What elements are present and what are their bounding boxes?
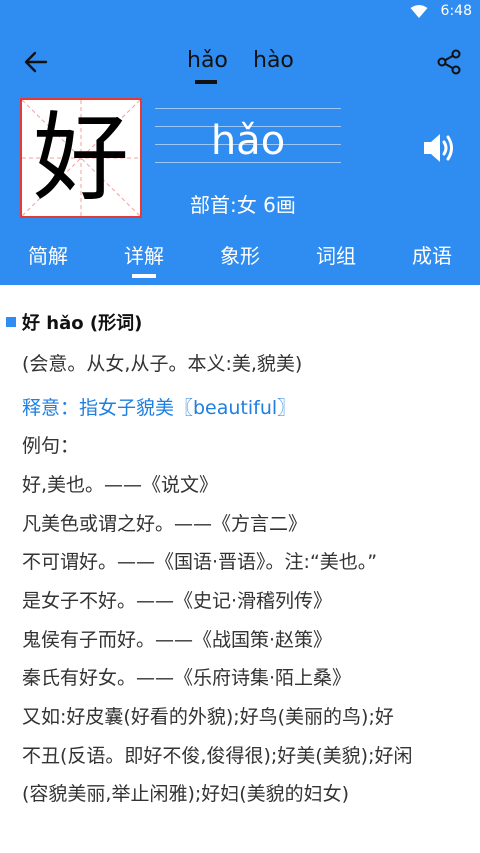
- usage-line: (容貌美丽,举止闲雅);好妇(美貌的妇女): [22, 783, 350, 805]
- example-line: 是女子不好。——《史记·滑稽列传》: [22, 590, 333, 612]
- tab-idioms[interactable]: 成语: [412, 240, 452, 269]
- character-stroke-box[interactable]: 好: [20, 98, 142, 218]
- example-line: 秦氏有好女。——《乐府诗集·陌上桑》: [22, 667, 352, 689]
- example-line: 鬼侯有子而好。——《战国策·赵策》: [22, 629, 333, 651]
- examples-label: 例句：: [22, 435, 80, 457]
- character-glyph-text: 好: [33, 102, 129, 214]
- speaker-icon[interactable]: [422, 131, 458, 165]
- pinyin-tab-indicator: [195, 80, 217, 84]
- wifi-icon: [410, 5, 428, 18]
- pinyin-tab-hao3[interactable]: hǎo: [187, 48, 228, 73]
- heading-bullet-icon: [6, 317, 16, 327]
- tab-phrases[interactable]: 词组: [316, 240, 356, 269]
- example-line: 凡美色或谓之好。——《方言二》: [22, 513, 308, 535]
- big-pinyin: hǎo: [210, 118, 286, 164]
- tab-pictograph[interactable]: 象形: [220, 240, 260, 269]
- status-bar: 6:48: [0, 0, 480, 24]
- status-time: 6:48: [440, 3, 472, 19]
- tab-detailed[interactable]: 详解: [124, 240, 164, 269]
- usage-line: 不丑(反语。即好不俊,俊得很);好美(美貌);好闲: [22, 745, 413, 767]
- header: 6:48 hǎo hào 好 hǎo 部首:女 6画 简解 详解 象形 词组 成…: [0, 0, 480, 285]
- character-glyph: 好: [22, 100, 140, 216]
- example-line: 好,美也。——《说文》: [22, 474, 219, 496]
- entry-heading-text: 好 hǎo (形词): [22, 313, 143, 334]
- share-icon[interactable]: [436, 48, 462, 76]
- etymology-line: (会意。从女,从子。本义:美,貌美): [22, 353, 303, 375]
- tab-brief[interactable]: 简解: [28, 240, 68, 269]
- radical-stroke-info: 部首:女 6画: [190, 193, 296, 217]
- back-arrow-icon[interactable]: [22, 48, 50, 76]
- detail-tabs: 简解 详解 象形 词组 成语: [0, 232, 480, 282]
- toolbar: hǎo hào: [0, 24, 480, 96]
- tab-indicator: [132, 274, 156, 278]
- example-line: 不可谓好。——《国语·晋语》。注:“美也。”: [22, 551, 378, 573]
- definition-line: 释意：指女子貌美〖beautiful〗: [22, 397, 297, 419]
- pinyin-tab-hao4[interactable]: hào: [253, 48, 294, 73]
- entry-heading: 好 hǎo (形词): [6, 309, 142, 335]
- usage-line: 又如:好皮囊(好看的外貌);好鸟(美丽的鸟);好: [22, 706, 394, 728]
